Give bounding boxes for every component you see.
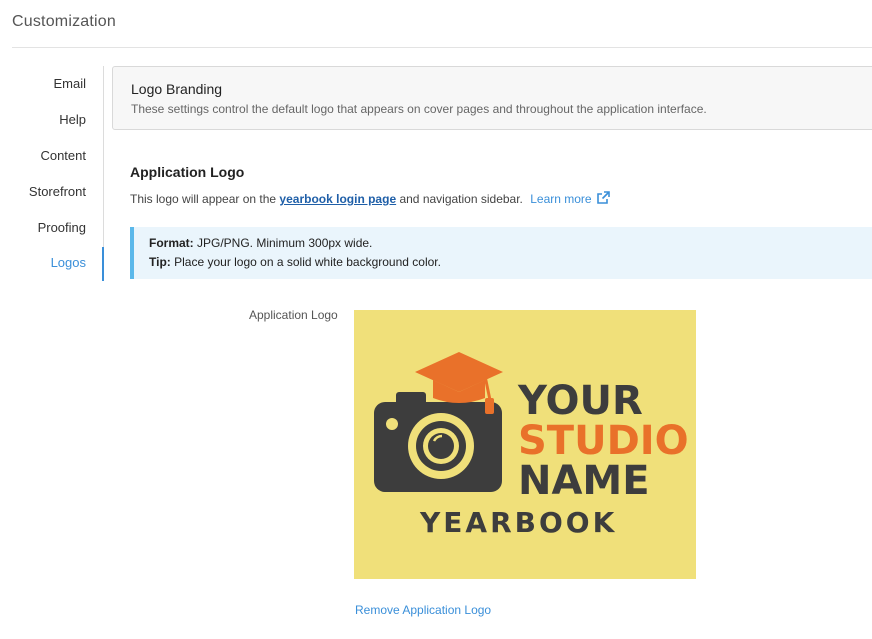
application-logo-heading: Application Logo <box>130 164 245 180</box>
yearbook-login-page-link[interactable]: yearbook login page <box>279 192 396 206</box>
logo-branding-title: Logo Branding <box>131 81 223 97</box>
settings-sidebar: Email Help Content Storefront Proofing L… <box>0 66 104 281</box>
format-info-box: Format: JPG/PNG. Minimum 300px wide. Tip… <box>130 227 872 279</box>
format-text: JPG/PNG. Minimum 300px wide. <box>193 236 373 250</box>
logo-text-name: NAME <box>518 458 650 504</box>
sidebar-item-content[interactable]: Content <box>40 148 86 163</box>
remove-application-logo-link[interactable]: Remove Application Logo <box>355 603 491 617</box>
logo-branding-panel: Logo Branding These settings control the… <box>112 66 872 130</box>
external-link-icon <box>596 191 610 204</box>
page-title: Customization <box>12 13 116 30</box>
studio-logo-image: YOUR STUDIO NAME YEARBOOK <box>354 310 696 579</box>
tip-info-line: Tip: Place your logo on a solid white ba… <box>149 255 441 269</box>
header-divider <box>12 47 872 48</box>
description-suffix: and navigation sidebar. <box>396 192 523 206</box>
sidebar-active-indicator <box>102 247 104 281</box>
application-logo-description: This logo will appear on the yearbook lo… <box>130 191 610 206</box>
sidebar-item-logos[interactable]: Logos <box>51 255 86 270</box>
learn-more-label: Learn more <box>530 192 592 206</box>
tip-text: Place your logo on a solid white backgro… <box>170 255 441 269</box>
application-logo-label: Application Logo <box>249 308 338 322</box>
tip-label: Tip: <box>149 255 171 269</box>
sidebar-item-storefront[interactable]: Storefront <box>29 184 86 199</box>
camera-icon <box>374 392 502 492</box>
format-info-line: Format: JPG/PNG. Minimum 300px wide. <box>149 236 372 250</box>
sidebar-item-proofing[interactable]: Proofing <box>38 220 86 235</box>
description-prefix: This logo will appear on the <box>130 192 280 206</box>
application-logo-preview: YOUR STUDIO NAME YEARBOOK <box>354 310 696 579</box>
learn-more-link[interactable]: Learn more <box>530 191 610 206</box>
logo-text-yearbook: YEARBOOK <box>419 506 617 539</box>
format-label: Format: <box>149 236 194 250</box>
sidebar-item-email[interactable]: Email <box>53 76 86 91</box>
sidebar-item-help[interactable]: Help <box>59 112 86 127</box>
logo-branding-description: These settings control the default logo … <box>131 102 707 116</box>
